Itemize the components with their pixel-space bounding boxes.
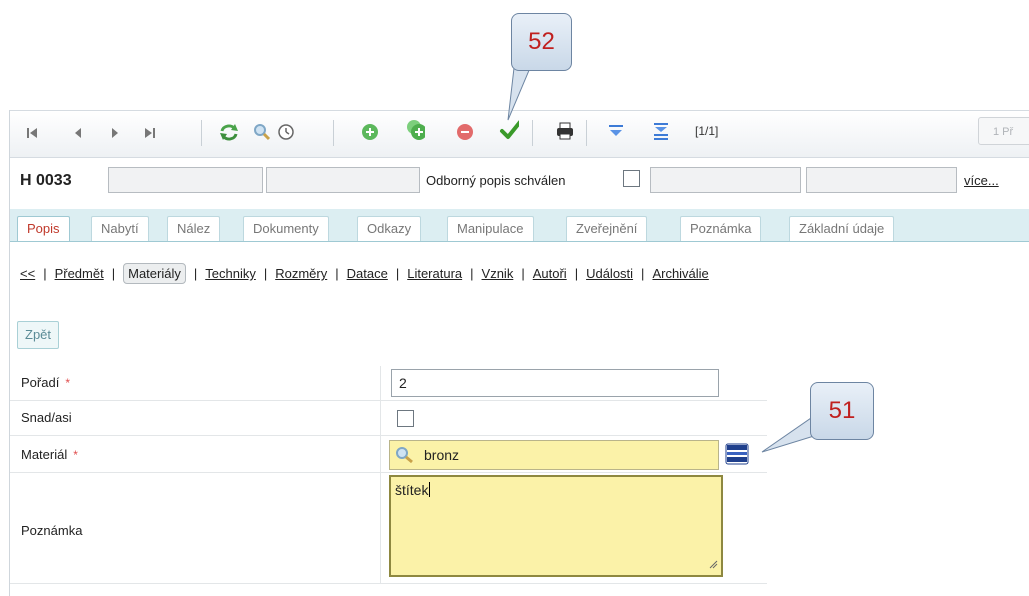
- search-icon[interactable]: [252, 122, 272, 142]
- toolbar-separator: [333, 120, 334, 146]
- delete-icon[interactable]: [455, 122, 475, 142]
- subnav-item-literatura[interactable]: Literatura: [407, 266, 462, 281]
- search-icon[interactable]: [395, 446, 415, 467]
- toolbar-separator: [586, 120, 587, 146]
- tab-dokumenty[interactable]: Dokumenty: [243, 216, 329, 241]
- order-input[interactable]: 2: [391, 369, 719, 397]
- tab-odkazy[interactable]: Odkazy: [357, 216, 422, 241]
- filter-advanced-icon[interactable]: [651, 121, 671, 141]
- add-icon[interactable]: [360, 122, 380, 142]
- tab-zakladni-udaje[interactable]: Základní údaje: [789, 216, 895, 241]
- next-record-icon[interactable]: [105, 123, 125, 143]
- refresh-icon[interactable]: [219, 122, 239, 142]
- required-mark: *: [73, 448, 78, 462]
- callout-52: 52: [511, 13, 572, 71]
- subnav-item-datace[interactable]: Datace: [347, 266, 388, 281]
- note-label: Poznámka: [21, 523, 83, 538]
- subnav-item-predmet[interactable]: Předmět: [55, 266, 104, 281]
- tab-popis[interactable]: Popis: [17, 216, 70, 241]
- material-value: bronz: [424, 447, 460, 463]
- approved-label: Odborný popis schválen: [426, 173, 566, 188]
- subnav-back-link[interactable]: <<: [20, 266, 35, 281]
- record-id: H 0033: [20, 172, 72, 189]
- last-record-icon[interactable]: [140, 123, 160, 143]
- readonly-field-1: [108, 167, 263, 193]
- required-mark: *: [65, 376, 70, 390]
- tab-nabyti[interactable]: Nabytí: [91, 216, 149, 241]
- order-label: Pořadí *: [21, 375, 70, 390]
- maybe-checkbox[interactable]: [397, 410, 414, 427]
- tab-manipulace[interactable]: Manipulace: [447, 216, 534, 241]
- tab-nalez[interactable]: Nález: [167, 216, 221, 241]
- subnav-item-materialy[interactable]: Materiály: [123, 263, 186, 284]
- maybe-label: Snad/asi: [21, 410, 72, 425]
- note-textarea[interactable]: štítek: [389, 475, 723, 577]
- material-label: Materiál *: [21, 447, 78, 462]
- first-record-icon[interactable]: [22, 123, 42, 143]
- record-counter: [1/1]: [695, 124, 719, 138]
- subnav-item-techniky[interactable]: Techniky: [205, 266, 256, 281]
- tab-poznamka[interactable]: Poznámka: [680, 216, 762, 241]
- previous-record-icon[interactable]: [68, 123, 88, 143]
- copy-add-icon[interactable]: [405, 120, 425, 140]
- filter-icon[interactable]: [606, 121, 626, 141]
- history-clock-icon[interactable]: [276, 122, 296, 142]
- resize-grip-icon[interactable]: [709, 556, 718, 572]
- subnav-item-rozmery[interactable]: Rozměry: [275, 266, 327, 281]
- subnav-item-autori[interactable]: Autoři: [533, 266, 567, 281]
- more-link[interactable]: více...: [964, 173, 999, 188]
- readonly-field-2: [266, 167, 420, 193]
- form-column-divider: [380, 366, 381, 584]
- approved-checkbox[interactable]: [623, 170, 640, 187]
- readonly-field-3: [650, 167, 801, 193]
- tab-zverejneni[interactable]: Zveřejnění: [566, 216, 648, 241]
- callout-51: 51: [810, 382, 874, 440]
- subnav-item-vznik[interactable]: Vznik: [482, 266, 514, 281]
- note-text: štítek: [395, 482, 429, 498]
- material-lookup-input[interactable]: bronz: [389, 440, 719, 470]
- form-row-maybe: [10, 401, 767, 436]
- list-picker-icon[interactable]: [725, 442, 749, 466]
- subnav-item-udalosti[interactable]: Události: [586, 266, 633, 281]
- subnav-item-archivalie[interactable]: Archiválie: [652, 266, 708, 281]
- pager-button[interactable]: 1 Př: [978, 117, 1029, 145]
- back-button[interactable]: Zpět: [17, 321, 60, 349]
- toolbar-separator: [201, 120, 202, 146]
- subnav: << | Předmět | Materiály | Techniky | Rozměry | Da…: [20, 263, 709, 285]
- text-caret: [429, 482, 431, 497]
- readonly-field-4: [806, 167, 957, 193]
- print-icon[interactable]: [555, 121, 575, 141]
- callout-pointer-52: [507, 68, 531, 121]
